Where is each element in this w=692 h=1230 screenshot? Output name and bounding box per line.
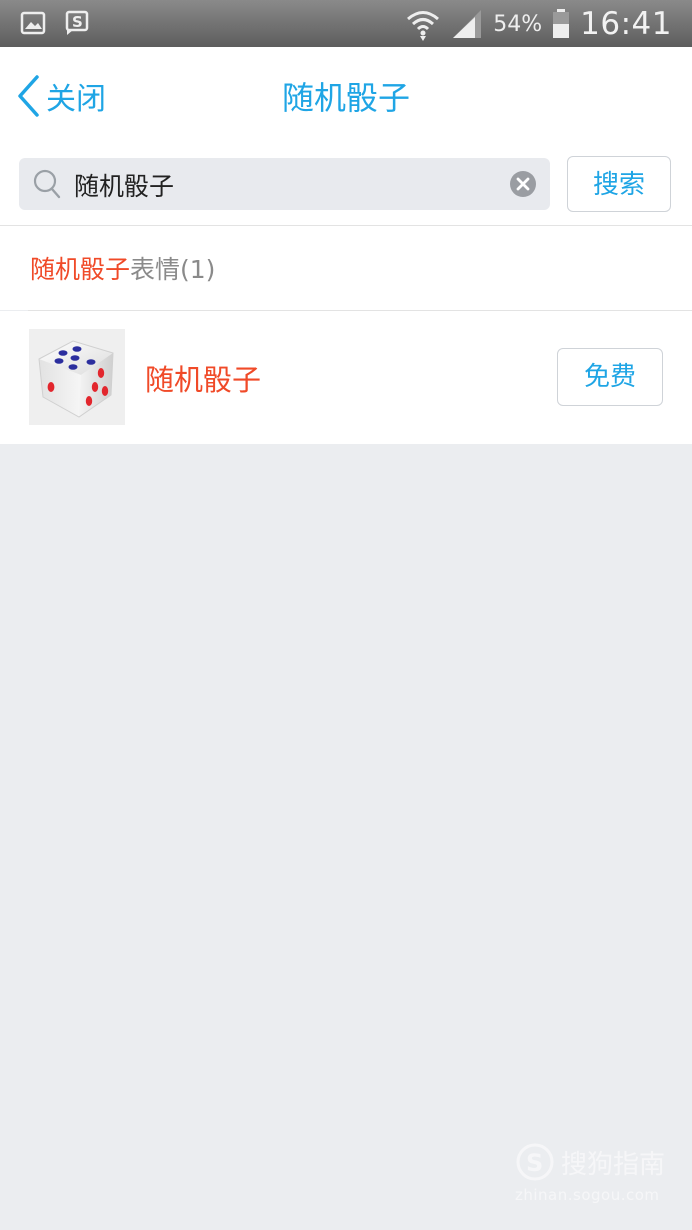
status-bar: S 54% 16:41: [0, 0, 692, 47]
watermark: S 搜狗指南 zhinan.sogou.com: [513, 1140, 673, 1210]
svg-text:S: S: [526, 1149, 543, 1177]
results-suffix: 表情(1): [130, 255, 216, 284]
search-bar: 搜索: [0, 145, 692, 226]
sogou-icon: S: [65, 10, 89, 35]
search-button[interactable]: 搜索: [567, 156, 671, 212]
gallery-icon: [20, 11, 46, 35]
clear-icon[interactable]: [509, 170, 537, 198]
status-bar-left: S: [20, 10, 90, 36]
list-item[interactable]: 随机骰子 免费: [0, 311, 692, 444]
results-keyword: 随机骰子: [30, 255, 131, 284]
battery-percent: 54%: [493, 11, 543, 37]
nav-bar: 关闭 随机骰子: [0, 47, 692, 145]
dice-icon: [38, 340, 114, 418]
clock: 16:41: [580, 6, 672, 42]
results-section-header: 随机骰子表情(1): [0, 226, 692, 310]
search-box[interactable]: [19, 158, 550, 210]
signal-icon: [453, 10, 482, 38]
page-title: 随机骰子: [281, 79, 410, 117]
watermark-brand: 搜狗指南: [561, 1150, 666, 1180]
battery-icon: [553, 9, 570, 38]
status-bar-right: 54% 16:41: [405, 5, 672, 43]
free-button[interactable]: 免费: [557, 348, 663, 406]
sogou-logo-icon: S: [516, 1143, 554, 1181]
results-section-title: 随机骰子表情(1): [30, 250, 215, 286]
watermark-url: zhinan.sogou.com: [515, 1186, 660, 1204]
wifi-icon: [407, 11, 440, 41]
sticker-thumbnail: [29, 329, 125, 425]
sticker-name: 随机骰子: [145, 363, 262, 397]
search-icon: [33, 169, 61, 199]
search-input[interactable]: [72, 164, 496, 206]
svg-text:S: S: [72, 13, 83, 31]
